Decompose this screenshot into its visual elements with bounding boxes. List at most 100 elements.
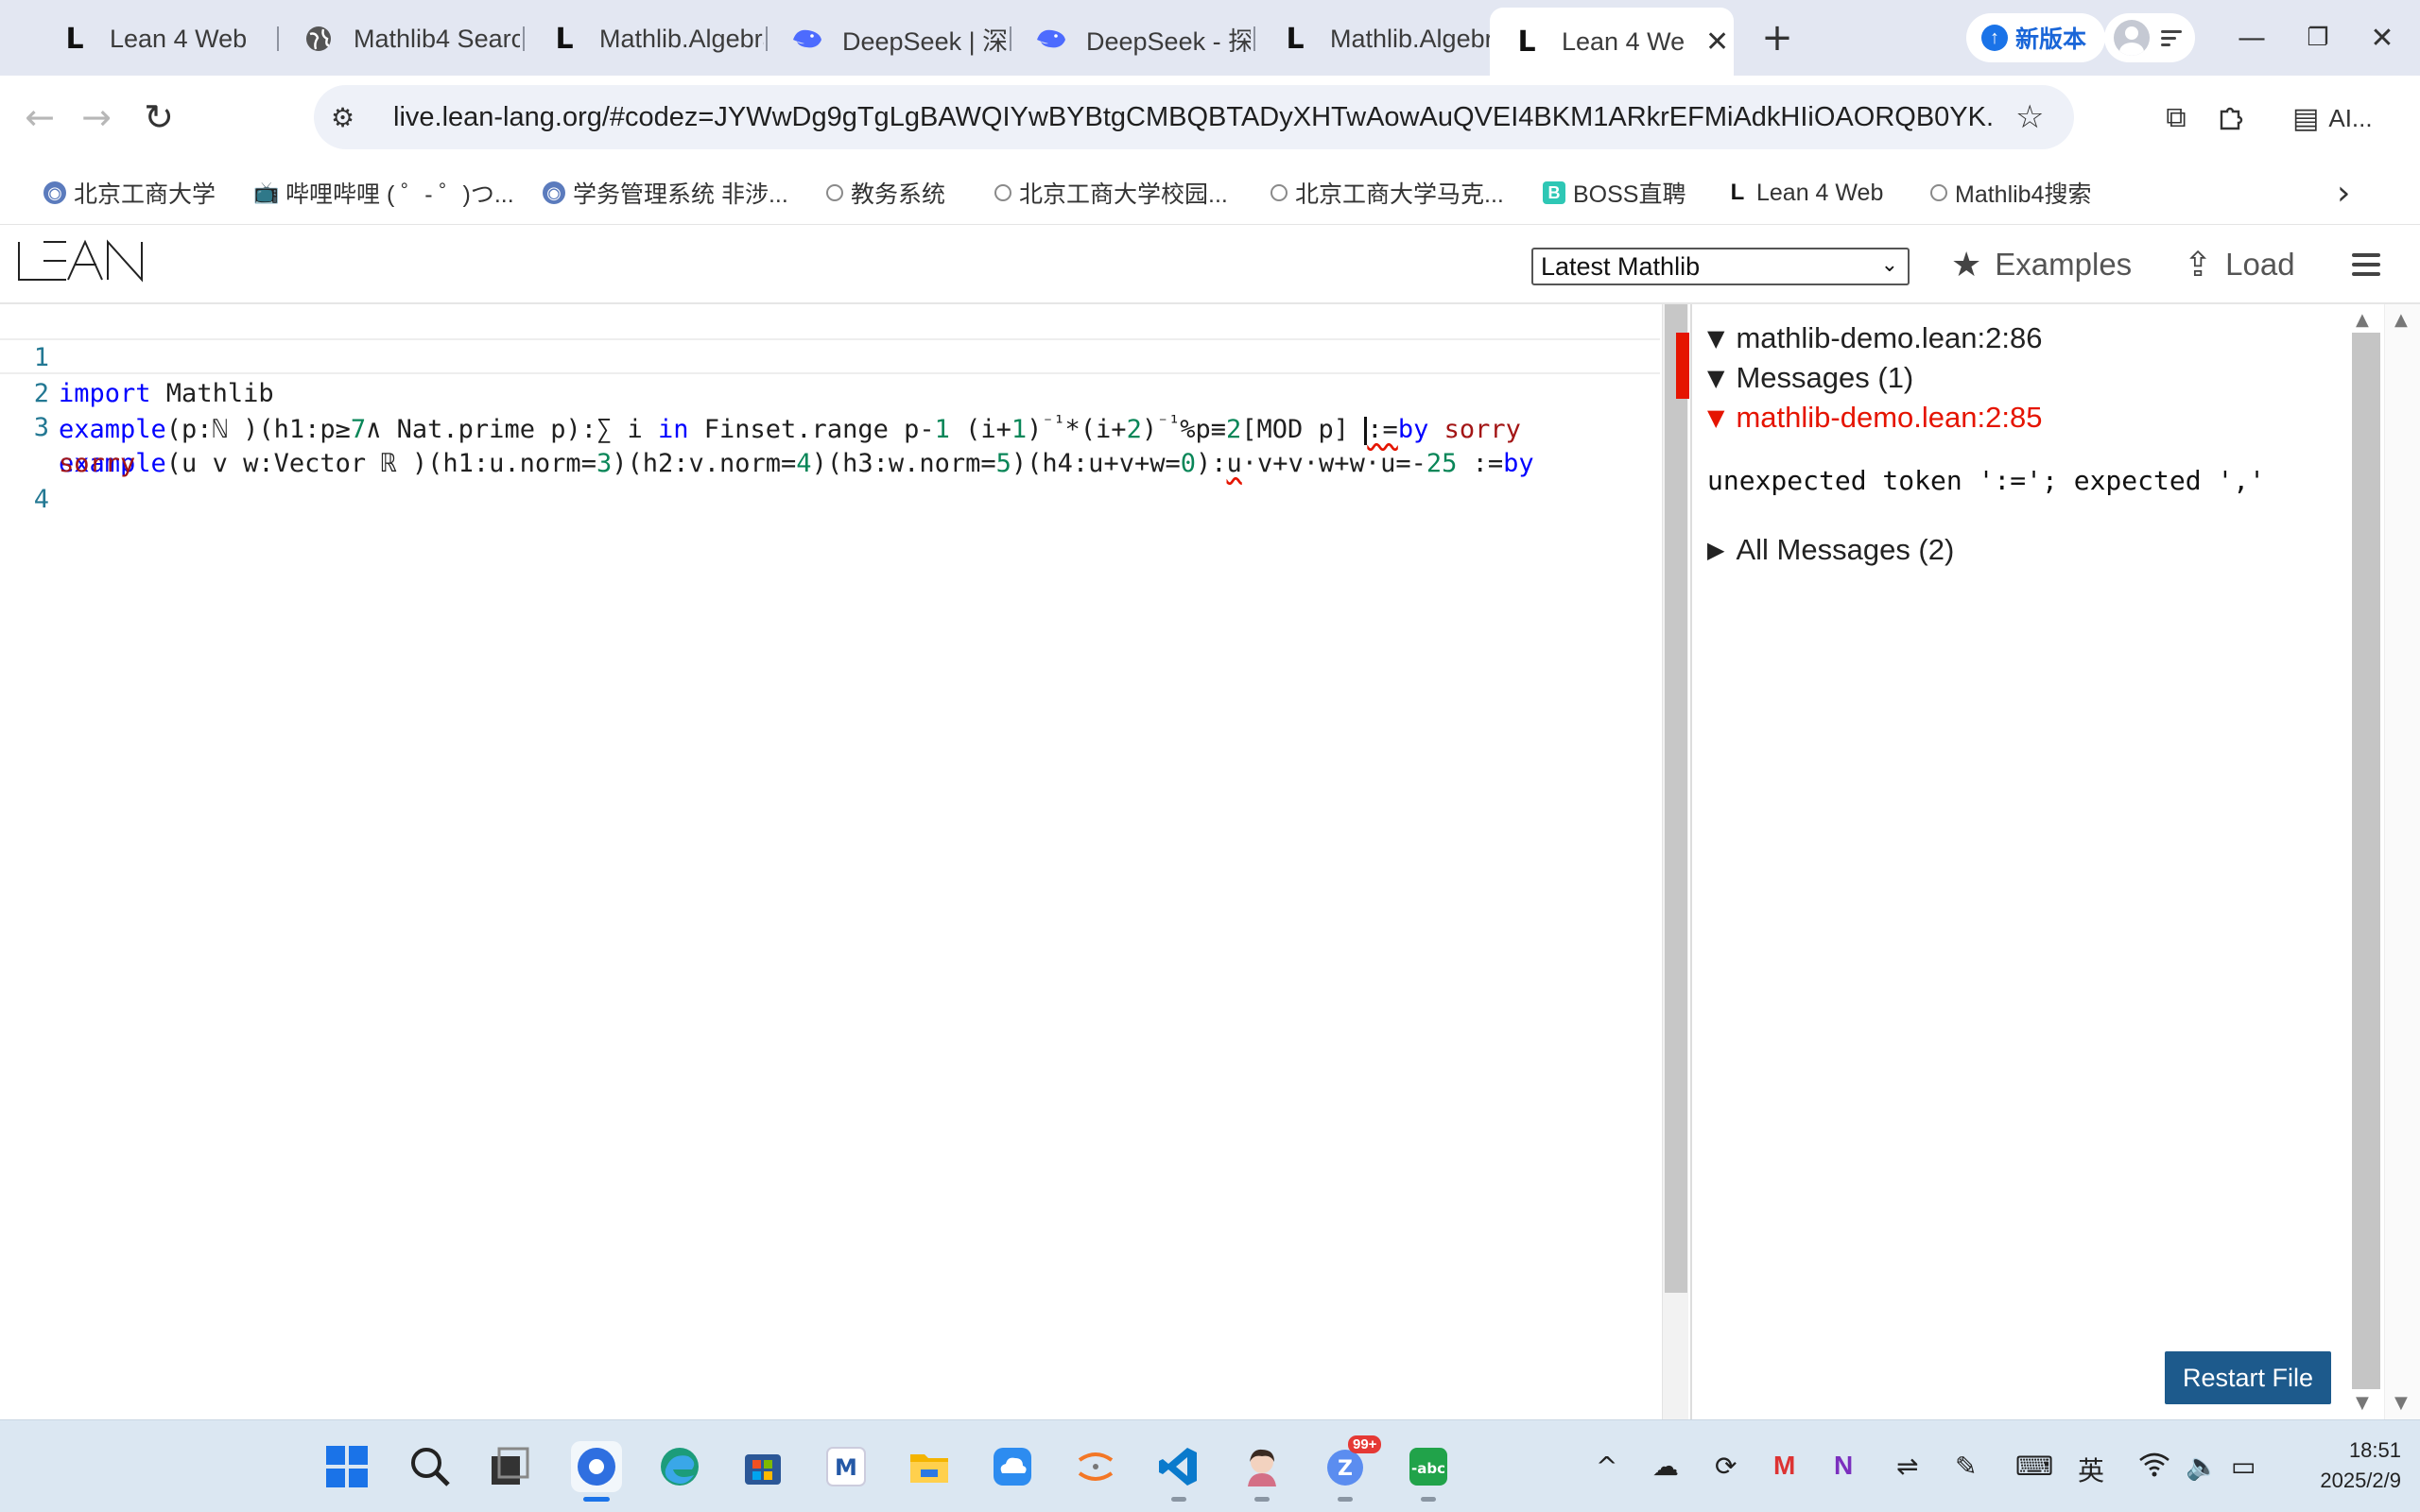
- infoview-panel: ▼ mathlib-demo.lean:2:86 ▼ Messages (1) …: [1690, 304, 2350, 1419]
- code-line[interactable]: 3 example(u v w:Vector ℝ )(h1:u.norm=3)(…: [0, 374, 1534, 478]
- translate-icon[interactable]: ⧉: [2157, 98, 2195, 136]
- forward-arrow-icon[interactable]: →: [76, 96, 117, 138]
- scroll-down-arrow-icon[interactable]: ▼: [2394, 1393, 2408, 1413]
- site-settings-icon[interactable]: ⚙: [331, 102, 369, 133]
- onenote-icon[interactable]: N: [1834, 1451, 1853, 1481]
- back-arrow-icon[interactable]: ←: [19, 96, 60, 138]
- bookmark-star-icon[interactable]: ☆: [2015, 98, 2053, 136]
- ime-indicator[interactable]: 英: [2078, 1451, 2104, 1488]
- close-window-icon[interactable]: ✕: [2363, 19, 2401, 57]
- search-icon[interactable]: [405, 1441, 456, 1492]
- load-button[interactable]: ⇪ Load: [2184, 242, 2295, 287]
- error-location-link[interactable]: ▼ mathlib-demo.lean:2:85: [1707, 401, 2042, 435]
- battery-icon[interactable]: ▭: [2231, 1451, 2256, 1482]
- tab-deepseek[interactable]: DeepSeek | 深度求索: [770, 9, 1007, 68]
- keyboard-icon[interactable]: ⌨: [2015, 1451, 2053, 1482]
- lean-favicon-icon: L: [1517, 25, 1536, 59]
- chevron-up-icon[interactable]: ^: [1596, 1451, 1617, 1482]
- code-line[interactable]: 1 import Mathlib: [0, 304, 274, 408]
- page-scrollbar[interactable]: ▲ ▼: [2384, 304, 2420, 1419]
- examples-button[interactable]: ★ Examples: [1951, 242, 2132, 287]
- bookmark-label: 北京工商大学校园...: [1019, 181, 1228, 208]
- onedrive-cloud-icon[interactable]: ☁: [1652, 1451, 1679, 1482]
- infoview-scroll-thumb[interactable]: [2352, 333, 2380, 1389]
- tab-mathlib4-search[interactable]: Mathlib4 Search: [282, 9, 520, 68]
- chat-app-icon[interactable]: Z 99+: [1320, 1435, 1382, 1502]
- file-explorer-icon[interactable]: [904, 1441, 955, 1492]
- line-text[interactable]: example(u v w:Vector ℝ )(h1:u.norm=3)(h2…: [59, 446, 1534, 482]
- triangle-down-icon: ▼: [1707, 325, 1725, 352]
- bookmark-label: Lean 4 Web: [1756, 179, 1884, 206]
- code-line-current[interactable]: 2 example(p:ℕ )(h1:p≥7∧ Nat.prime p):∑ i…: [0, 338, 1660, 445]
- editor-scrollbar[interactable]: [1662, 304, 1689, 1419]
- default-site-icon: [1270, 184, 1288, 201]
- code-editor[interactable]: 1 import Mathlib 2 example(p:ℕ )(h1:p≥7∧…: [0, 304, 1689, 1419]
- lean-logo[interactable]: [17, 238, 146, 288]
- hamburger-menu-icon[interactable]: [2352, 253, 2380, 282]
- editor-scroll-thumb[interactable]: [1665, 304, 1687, 1293]
- system-clock[interactable]: 18:51 2025/2/9: [2288, 1435, 2401, 1496]
- pen-icon[interactable]: ✎: [1955, 1451, 1977, 1482]
- task-view-icon[interactable]: [484, 1441, 535, 1492]
- scroll-up-arrow-icon[interactable]: ▲: [2394, 310, 2408, 330]
- wifi-icon[interactable]: [2138, 1451, 2170, 1484]
- assistant-avatar-icon[interactable]: [1236, 1441, 1288, 1502]
- infoview-scrollbar[interactable]: ▲ ▼: [2350, 304, 2384, 1419]
- reload-icon[interactable]: ↻: [138, 96, 180, 138]
- chevron-right-icon[interactable]: ›: [2337, 174, 2350, 213]
- bookmark-item[interactable]: 教务系统: [826, 176, 945, 210]
- bookmark-item[interactable]: B BOSS直聘: [1543, 176, 1685, 210]
- new-version-button[interactable]: ↑ 新版本: [1966, 13, 2106, 62]
- jupyter-icon[interactable]: [1070, 1441, 1121, 1492]
- tab-lean-4-web[interactable]: L Lean 4 Web: [38, 9, 274, 68]
- new-tab-button[interactable]: +: [1758, 16, 1796, 60]
- position-header[interactable]: ▼ mathlib-demo.lean:2:86: [1707, 321, 2042, 355]
- cloud-drive-icon[interactable]: [987, 1441, 1038, 1492]
- profile-button[interactable]: [2104, 13, 2195, 62]
- tab-lean-4-web-active[interactable]: L Lean 4 Web ✕: [1490, 8, 1734, 76]
- bookmark-item[interactable]: ◉ 北京工商大学: [43, 176, 216, 210]
- url-text[interactable]: live.lean-lang.org/#codez=JYWwDg9gTgLgBA…: [393, 102, 1995, 133]
- bookmark-item[interactable]: 📺 哔哩哔哩 ( ゜- ゜)つ...: [253, 176, 513, 210]
- lean-favicon-icon: L: [1286, 22, 1305, 56]
- bookmark-item[interactable]: Mathlib4搜索: [1930, 176, 2092, 210]
- mathlib-version-select[interactable]: Latest Mathlib ⌄: [1531, 248, 1910, 285]
- ai-assistant-button[interactable]: ▤ AI...: [2292, 102, 2373, 135]
- settings-sliders-icon[interactable]: ⇌: [1896, 1451, 1918, 1482]
- bookmark-item[interactable]: 北京工商大学校园...: [994, 176, 1228, 210]
- messages-header[interactable]: ▼ Messages (1): [1707, 361, 1913, 395]
- tab-deepseek-explore[interactable]: DeepSeek - 探索未至之境: [1014, 9, 1251, 68]
- mail-app-icon[interactable]: M: [1773, 1451, 1795, 1481]
- microsoft-store-icon[interactable]: [737, 1441, 788, 1492]
- edge-icon[interactable]: [654, 1441, 705, 1492]
- extensions-puzzle-icon[interactable]: [2212, 98, 2250, 136]
- restart-file-button[interactable]: Restart File: [2165, 1351, 2331, 1404]
- boss-logo-icon: B: [1543, 181, 1565, 204]
- vscode-icon[interactable]: [1153, 1441, 1204, 1502]
- start-windows-icon[interactable]: [321, 1441, 372, 1492]
- bookmark-item[interactable]: 北京工商大学马克...: [1270, 176, 1504, 210]
- tab-mathlib-algebra[interactable]: L Mathlib.Algebra: [527, 9, 764, 68]
- browser-app-icon[interactable]: [571, 1441, 622, 1502]
- volume-icon[interactable]: 🔈: [2186, 1451, 2219, 1482]
- restore-icon[interactable]: ❐: [2299, 19, 2337, 57]
- all-messages-header[interactable]: ▶ All Messages (2): [1707, 533, 1954, 567]
- address-bar[interactable]: ⚙ live.lean-lang.org/#codez=JYWwDg9gTgLg…: [314, 85, 2074, 149]
- messages-label: Messages (1): [1736, 361, 1914, 394]
- tab-mathlib-algebra-2[interactable]: L Mathlib.Algebra: [1258, 9, 1495, 68]
- code-line-wrap[interactable]: sorry: [0, 410, 135, 478]
- error-overview-marker: [1676, 333, 1689, 399]
- line-text[interactable]: example(p:ℕ )(h1:p≥7∧ Nat.prime p):∑ i i…: [59, 411, 1521, 449]
- bookmark-item[interactable]: L Lean 4 Web: [1726, 176, 1884, 210]
- bookmark-label: 北京工商大学: [74, 181, 216, 208]
- scroll-down-arrow-icon[interactable]: ▼: [2356, 1393, 2369, 1413]
- code-line[interactable]: 4: [0, 446, 93, 514]
- bookmark-item[interactable]: ◉ 学务管理系统 非涉...: [543, 176, 788, 210]
- scroll-up-arrow-icon[interactable]: ▲: [2356, 310, 2369, 330]
- abc-app-icon[interactable]: -abc: [1403, 1441, 1454, 1502]
- mathtype-icon[interactable]: M: [821, 1441, 872, 1492]
- version-select-value: Latest Mathlib: [1541, 251, 1701, 281]
- sync-icon[interactable]: ⟳: [1715, 1451, 1737, 1482]
- close-tab-icon[interactable]: ✕: [1705, 26, 1729, 59]
- minimize-icon[interactable]: —: [2233, 19, 2271, 57]
